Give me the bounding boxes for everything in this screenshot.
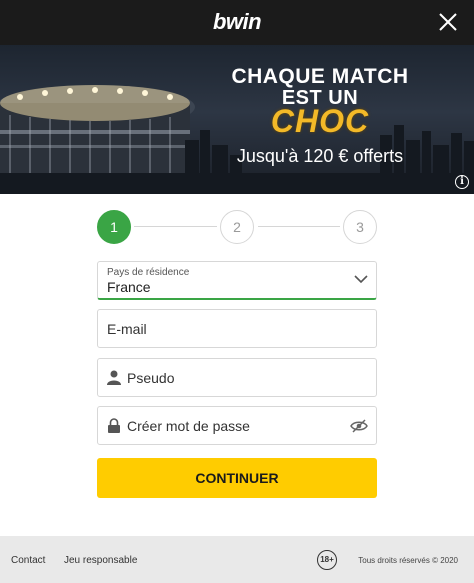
stepper-connector [134,226,217,227]
responsible-gaming-link[interactable]: Jeu responsable [64,555,137,566]
stepper-connector [258,226,340,227]
footer: Contact Jeu responsable 18+ Tous droits … [0,536,474,583]
pseudo-field[interactable]: Pseudo [97,358,377,397]
step-3: 3 [343,210,377,244]
country-value: France [107,279,151,295]
registration-stepper: 1 2 3 [97,210,377,244]
chevron-down-icon[interactable] [354,274,368,284]
country-select[interactable]: Pays de résidence France [97,261,377,300]
country-label: Pays de résidence [107,267,190,278]
password-field[interactable]: Créer mot de passe [97,406,377,445]
info-icon[interactable]: i [455,175,469,189]
banner-headline-1: CHAQUE MATCH [231,65,409,88]
pseudo-placeholder: Pseudo [127,370,175,386]
banner-offer: Jusqu'à 120 € offerts [236,146,404,166]
copyright-text: Tous droits réservés © 2020 [358,556,458,565]
contact-link[interactable]: Contact [11,555,45,566]
promo-banner[interactable]: CHAQUE MATCH EST UN CHOC Jusqu'à 120 € o… [0,45,474,194]
user-icon [107,370,121,385]
step-1: 1 [97,210,131,244]
age-18-badge: 18+ [317,550,337,570]
step-2: 2 [220,210,254,244]
lock-icon [108,418,120,433]
password-placeholder: Créer mot de passe [127,418,250,434]
continue-button[interactable]: CONTINUER [97,458,377,498]
bwin-logo[interactable]: bwin [0,9,474,35]
email-field[interactable]: E-mail [97,309,377,348]
close-icon[interactable] [436,10,460,34]
email-placeholder: E-mail [107,321,147,337]
eye-hidden-icon[interactable] [350,418,368,434]
banner-headline-3: CHOC [270,103,370,139]
top-bar: bwin [0,0,474,45]
